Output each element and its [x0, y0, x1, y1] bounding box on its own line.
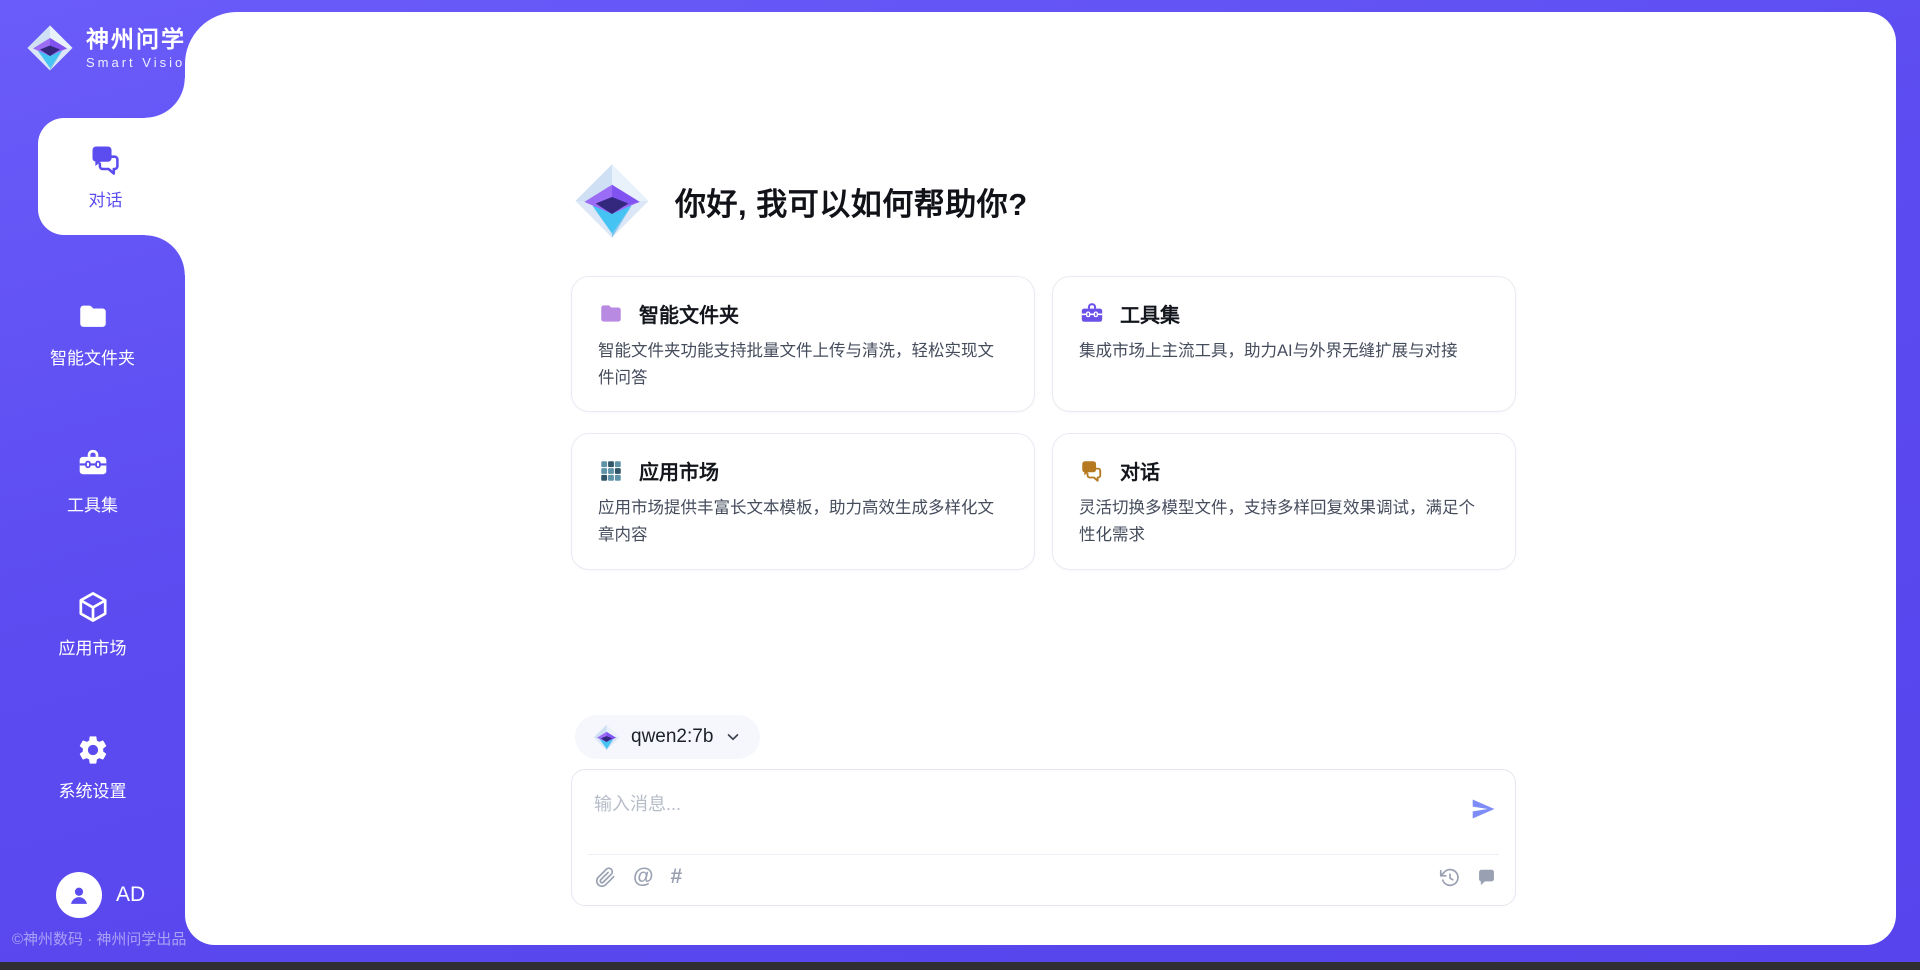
app-window: 神州问学 Smart Vision 对话 智能文件夹 工具集 应用市场 系统设置… — [0, 0, 1920, 970]
chat-icon — [88, 142, 124, 178]
card-header: 智能文件夹 — [598, 299, 1008, 328]
sidebar-item-smart-folder[interactable]: 智能文件夹 — [0, 300, 185, 369]
composer-tools-left: @ # — [594, 866, 682, 888]
card-title: 智能文件夹 — [639, 299, 739, 328]
card-title: 应用市场 — [639, 456, 719, 485]
app-title: 神州问学 — [86, 26, 195, 52]
brand-gem-icon — [573, 162, 651, 240]
feature-cards: 智能文件夹 智能文件夹功能支持批量文件上传与清洗，轻松实现文件问答 工具集 集成… — [571, 276, 1516, 570]
send-icon — [1470, 796, 1496, 822]
card-chat[interactable]: 对话 灵活切换多模型文件，支持多样回复效果调试，满足个性化需求 — [1052, 433, 1516, 569]
attach-file-button[interactable] — [594, 866, 616, 888]
history-button[interactable] — [1438, 866, 1460, 888]
user-account[interactable]: AD — [56, 872, 145, 918]
mention-button[interactable]: @ — [633, 866, 653, 888]
toolbox-icon — [1079, 301, 1105, 327]
card-header: 应用市场 — [598, 456, 1008, 485]
person-icon — [65, 881, 93, 909]
brand-gem-icon — [593, 724, 620, 751]
chat-icon — [1079, 458, 1105, 484]
chat-bubble-icon — [1476, 867, 1497, 888]
chevron-down-icon — [724, 728, 742, 746]
folder-icon — [76, 300, 110, 334]
message-composer: @ # — [571, 769, 1516, 906]
send-button[interactable] — [1469, 796, 1497, 824]
greeting-block: 你好, 我可以如何帮助你? — [573, 162, 1028, 240]
composer-tools-right — [1438, 866, 1497, 888]
paperclip-icon — [595, 867, 616, 888]
brand-gem-icon — [26, 24, 74, 72]
greeting-text: 你好, 我可以如何帮助你? — [675, 179, 1028, 224]
app-logo: 神州问学 Smart Vision — [26, 24, 195, 72]
hashtag-button[interactable]: # — [670, 866, 682, 888]
sidebar-item-settings[interactable]: 系统设置 — [0, 733, 185, 802]
sidebar-item-label: 系统设置 — [59, 777, 127, 802]
new-chat-button[interactable] — [1475, 866, 1497, 888]
sidebar-item-chat[interactable]: 对话 — [38, 118, 185, 235]
grid-icon — [598, 458, 624, 484]
sidebar-item-label: 对话 — [89, 186, 123, 211]
card-title: 对话 — [1120, 456, 1160, 485]
card-description: 集成市场上主流工具，助力AI与外界无缝扩展与对接 — [1079, 338, 1489, 365]
card-header: 工具集 — [1079, 299, 1489, 328]
card-smart-folder[interactable]: 智能文件夹 智能文件夹功能支持批量文件上传与清洗，轻松实现文件问答 — [571, 276, 1035, 412]
sidebar-item-label: 智能文件夹 — [50, 344, 135, 369]
folder-icon — [598, 301, 624, 327]
sidebar-item-label: 应用市场 — [59, 634, 127, 659]
sidebar-item-app-market[interactable]: 应用市场 — [0, 590, 185, 659]
history-icon — [1439, 867, 1460, 888]
cube-icon — [76, 590, 110, 624]
app-subtitle: Smart Vision — [86, 55, 195, 70]
gear-icon — [76, 733, 110, 767]
main-panel: 你好, 我可以如何帮助你? 智能文件夹 智能文件夹功能支持批量文件上传与清洗，轻… — [185, 12, 1896, 945]
model-name: qwen2:7b — [631, 726, 713, 748]
sidebar-item-label: 工具集 — [67, 491, 118, 516]
card-toolset[interactable]: 工具集 集成市场上主流工具，助力AI与外界无缝扩展与对接 — [1052, 276, 1516, 412]
model-selector[interactable]: qwen2:7b — [575, 715, 760, 759]
user-initials: AD — [116, 883, 145, 907]
composer-divider — [588, 854, 1499, 855]
card-title: 工具集 — [1120, 299, 1180, 328]
card-description: 智能文件夹功能支持批量文件上传与清洗，轻松实现文件问答 — [598, 338, 1008, 391]
sidebar-item-toolset[interactable]: 工具集 — [0, 447, 185, 516]
message-input[interactable] — [572, 770, 1432, 840]
card-description: 灵活切换多模型文件，支持多样回复效果调试，满足个性化需求 — [1079, 495, 1489, 548]
avatar — [56, 872, 102, 918]
screen-bottom-edge — [0, 962, 1920, 970]
card-app-market[interactable]: 应用市场 应用市场提供丰富长文本模板，助力高效生成多样化文章内容 — [571, 433, 1035, 569]
toolbox-icon — [76, 447, 110, 481]
sidebar-footer: ©神州数码 · 神州问学出品 — [12, 928, 186, 949]
card-header: 对话 — [1079, 456, 1489, 485]
card-description: 应用市场提供丰富长文本模板，助力高效生成多样化文章内容 — [598, 495, 1008, 548]
